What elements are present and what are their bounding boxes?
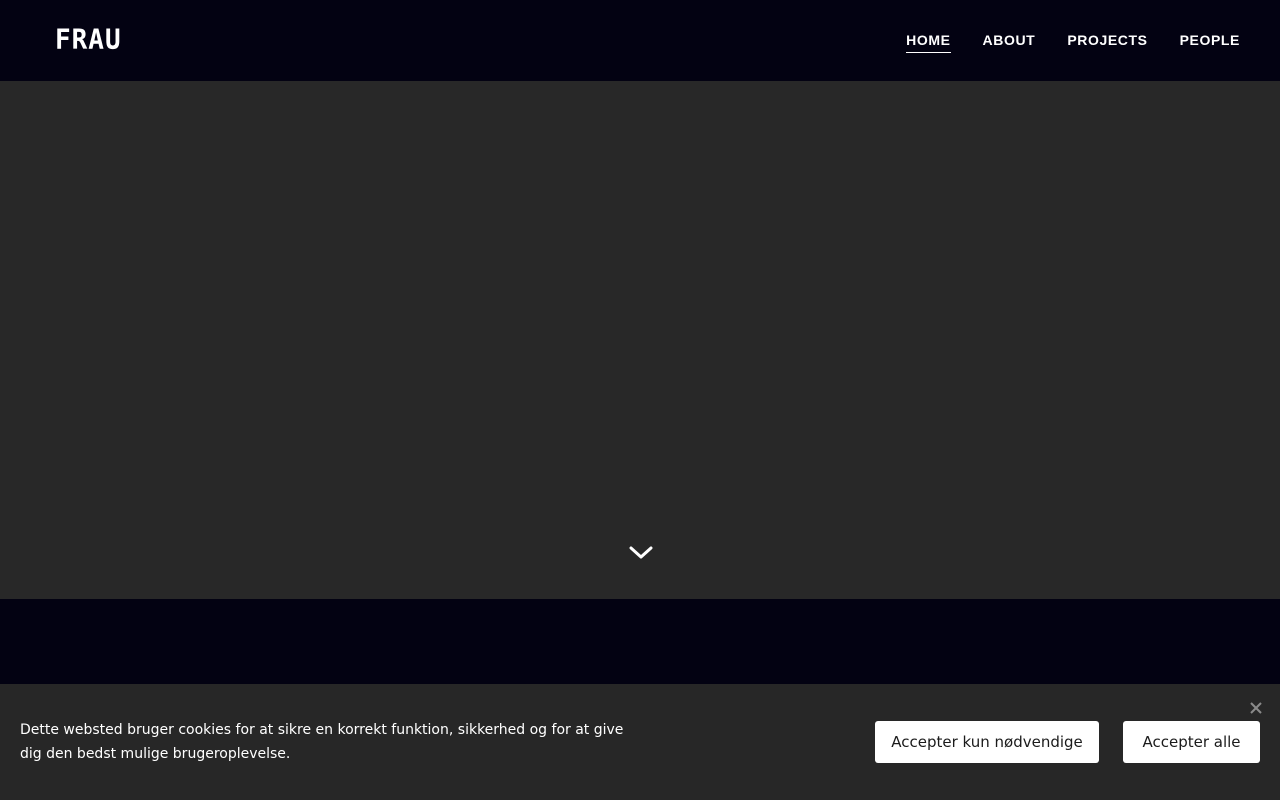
accept-all-button[interactable]: Accepter alle — [1123, 721, 1260, 763]
cookie-banner: Dette websted bruger cookies for at sikr… — [0, 684, 1280, 800]
accept-necessary-button[interactable]: Accepter kun nødvendige — [875, 721, 1099, 763]
nav-item-about[interactable]: ABOUT — [983, 31, 1036, 53]
nav-item-home[interactable]: HOME — [906, 31, 951, 53]
site-logo[interactable]: FRAU — [55, 24, 122, 56]
close-icon[interactable] — [1249, 701, 1263, 715]
hero-section — [0, 81, 1280, 599]
nav-item-projects[interactable]: PROJECTS — [1067, 31, 1147, 53]
main-nav: HOME ABOUT PROJECTS PEOPLE — [906, 31, 1240, 53]
content-section — [0, 599, 1280, 684]
site-header: FRAU HOME ABOUT PROJECTS PEOPLE — [0, 0, 1280, 81]
cookie-message: Dette websted bruger cookies for at sikr… — [20, 722, 624, 762]
nav-item-people[interactable]: PEOPLE — [1180, 31, 1240, 53]
chevron-down-icon[interactable] — [627, 543, 655, 563]
